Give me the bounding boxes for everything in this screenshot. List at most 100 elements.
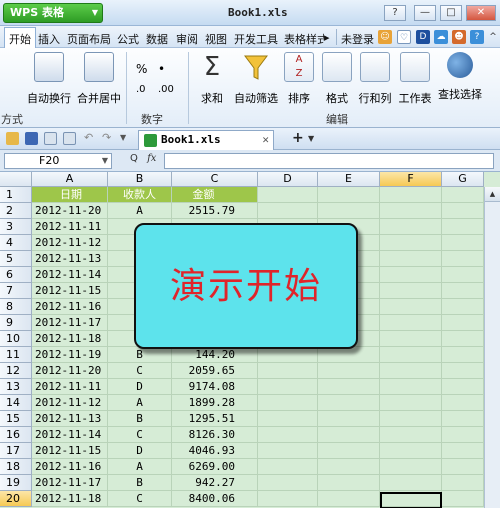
empty-cell[interactable] <box>380 299 442 315</box>
rows-columns-button[interactable]: 行和列 <box>356 52 394 106</box>
wps-app-menu-button[interactable]: WPS 表格 ▼ <box>3 3 103 23</box>
header-cell-a[interactable]: 日期 <box>32 187 108 203</box>
cell-a[interactable]: 2012-11-19 <box>32 347 108 363</box>
tab-insert[interactable]: 插入 <box>38 31 60 47</box>
cell-b[interactable]: D <box>108 379 172 395</box>
formula-input[interactable] <box>164 153 494 169</box>
cell-b[interactable]: C <box>108 363 172 379</box>
empty-cell[interactable] <box>318 379 380 395</box>
open-folder-icon[interactable] <box>6 132 19 145</box>
tab-developer[interactable]: 开发工具 <box>234 31 278 47</box>
cell-b[interactable]: A <box>108 395 172 411</box>
help-icon[interactable]: ? <box>470 30 484 44</box>
cell-a[interactable]: 2012-11-15 <box>32 283 108 299</box>
empty-cell[interactable] <box>442 251 484 267</box>
cell-c[interactable]: 1295.51 <box>172 411 258 427</box>
percent-style-button[interactable]: % <box>136 62 147 76</box>
empty-cell[interactable] <box>442 411 484 427</box>
row-header[interactable]: 10 <box>0 331 32 347</box>
empty-cell[interactable] <box>380 347 442 363</box>
maximize-button[interactable]: □ <box>440 5 462 21</box>
autofilter-button[interactable]: 自动筛选 <box>232 52 280 106</box>
row-header[interactable]: 4 <box>0 235 32 251</box>
cell-a[interactable]: 2012-11-20 <box>32 203 108 219</box>
empty-cell[interactable] <box>442 347 484 363</box>
row-header[interactable]: 7 <box>0 283 32 299</box>
tab-review[interactable]: 审阅 <box>176 31 198 47</box>
empty-cell[interactable] <box>380 331 442 347</box>
row-header[interactable]: 19 <box>0 475 32 491</box>
empty-cell[interactable] <box>318 411 380 427</box>
empty-cell[interactable] <box>258 411 318 427</box>
empty-cell[interactable] <box>442 443 484 459</box>
empty-cell[interactable] <box>318 363 380 379</box>
tab-list-dropdown-icon[interactable]: ▼ <box>308 134 314 143</box>
cell-a[interactable]: 2012-11-16 <box>32 459 108 475</box>
empty-cell[interactable] <box>442 491 484 507</box>
tab-view[interactable]: 视图 <box>205 31 227 47</box>
cell-b[interactable]: C <box>108 491 172 507</box>
quick-access-dropdown-icon[interactable]: ▼ <box>120 132 133 145</box>
comma-style-button[interactable]: • <box>158 62 165 76</box>
column-header-f[interactable]: F <box>380 172 442 187</box>
cell-a[interactable]: 2012-11-13 <box>32 251 108 267</box>
empty-cell[interactable] <box>380 363 442 379</box>
empty-cell[interactable] <box>442 459 484 475</box>
vertical-scrollbar[interactable]: ▲ <box>484 187 500 508</box>
cell-a[interactable]: 2012-11-17 <box>32 475 108 491</box>
user-icon[interactable]: ☺ <box>378 30 392 44</box>
cell-c[interactable]: 9174.08 <box>172 379 258 395</box>
empty-cell[interactable] <box>442 315 484 331</box>
format-button[interactable]: 格式 <box>320 52 354 106</box>
select-all-corner[interactable] <box>0 172 32 187</box>
new-tab-button[interactable]: + <box>292 130 304 146</box>
empty-cell[interactable] <box>258 379 318 395</box>
column-header-g[interactable]: G <box>442 172 484 187</box>
empty-cell[interactable] <box>442 235 484 251</box>
row-header[interactable]: 20 <box>0 491 32 507</box>
column-header-e[interactable]: E <box>318 172 380 187</box>
row-header[interactable]: 11 <box>0 347 32 363</box>
skin-icon[interactable]: ♡ <box>397 30 411 44</box>
empty-cell[interactable] <box>258 363 318 379</box>
cell-a[interactable]: 2012-11-20 <box>32 363 108 379</box>
row-header[interactable]: 13 <box>0 379 32 395</box>
redo-icon[interactable]: ↷ <box>102 132 115 145</box>
empty-cell[interactable] <box>380 187 442 203</box>
empty-cell[interactable] <box>442 219 484 235</box>
empty-cell[interactable] <box>258 395 318 411</box>
column-header-c[interactable]: C <box>172 172 258 187</box>
save-icon[interactable] <box>25 132 38 145</box>
empty-cell[interactable] <box>380 443 442 459</box>
empty-cell[interactable] <box>442 379 484 395</box>
empty-cell[interactable] <box>380 379 442 395</box>
empty-cell[interactable] <box>258 427 318 443</box>
empty-cell[interactable] <box>380 459 442 475</box>
empty-cell[interactable] <box>318 475 380 491</box>
empty-cell[interactable] <box>258 443 318 459</box>
cell-a[interactable]: 2012-11-14 <box>32 267 108 283</box>
row-header[interactable]: 8 <box>0 299 32 315</box>
row-header[interactable]: 2 <box>0 203 32 219</box>
column-header-b[interactable]: B <box>108 172 172 187</box>
cell-c[interactable]: 144.20 <box>172 347 258 363</box>
row-header[interactable]: 12 <box>0 363 32 379</box>
cell-b[interactable]: B <box>108 411 172 427</box>
empty-cell[interactable] <box>318 395 380 411</box>
sort-button[interactable]: AZ 排序 <box>282 52 316 106</box>
cell-c[interactable]: 1899.28 <box>172 395 258 411</box>
empty-cell[interactable] <box>318 347 380 363</box>
tab-data[interactable]: 数据 <box>146 31 168 47</box>
row-header[interactable]: 9 <box>0 315 32 331</box>
empty-cell[interactable] <box>442 475 484 491</box>
empty-cell[interactable] <box>442 395 484 411</box>
row-header[interactable]: 15 <box>0 411 32 427</box>
row-header[interactable]: 14 <box>0 395 32 411</box>
empty-cell[interactable] <box>442 299 484 315</box>
empty-cell[interactable] <box>380 219 442 235</box>
header-cell-b[interactable]: 收款人 <box>108 187 172 203</box>
scroll-up-arrow[interactable]: ▲ <box>485 187 500 202</box>
merge-center-button[interactable]: 合并居中 <box>76 52 122 106</box>
zoom-icon[interactable]: Q <box>130 153 138 164</box>
print-preview-icon[interactable] <box>63 132 76 145</box>
